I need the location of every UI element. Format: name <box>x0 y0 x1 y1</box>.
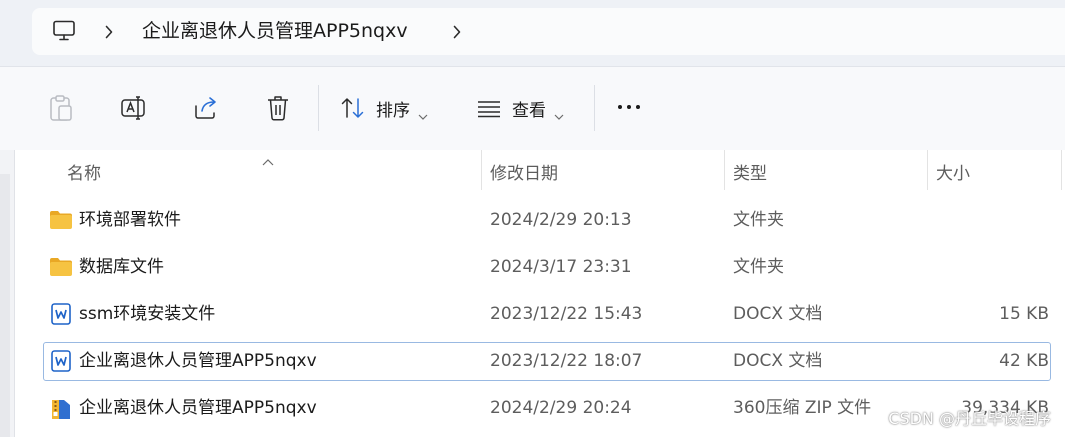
navigation-scrollbar[interactable] <box>0 174 10 437</box>
column-divider[interactable] <box>1061 150 1062 190</box>
share-button[interactable] <box>190 93 222 123</box>
watermark: CSDN @丹丘毕设程序 <box>888 409 1051 428</box>
file-name: ssm环境安装文件 <box>79 304 216 324</box>
computer-icon[interactable] <box>52 20 76 42</box>
share-icon <box>192 95 220 121</box>
file-date: 2023/12/22 15:43 <box>490 304 643 324</box>
file-list: 名称 修改日期 类型 大小 环境部署软件 2024/2/29 20:13 文件夹… <box>15 150 1065 437</box>
chevron-down-icon <box>418 105 428 120</box>
zip-icon <box>49 397 73 419</box>
file-name: 数据库文件 <box>79 257 164 277</box>
file-type: 文件夹 <box>733 210 784 230</box>
column-divider[interactable] <box>927 150 928 190</box>
column-header-size[interactable]: 大小 <box>936 159 970 184</box>
command-bar: 排序 查看 <box>0 66 1065 151</box>
file-name: 环境部署软件 <box>79 210 181 230</box>
column-divider[interactable] <box>724 150 725 190</box>
more-icon <box>618 105 622 109</box>
address-area: 企业离退休人员管理APP5nqxv <box>0 0 1065 66</box>
file-type: 360压缩 ZIP 文件 <box>733 398 872 418</box>
column-divider[interactable] <box>481 150 482 190</box>
file-date: 2023/12/22 18:07 <box>490 351 643 371</box>
more-options-button[interactable] <box>618 105 640 109</box>
column-header-date[interactable]: 修改日期 <box>490 159 558 184</box>
file-name: 企业离退休人员管理APP5nqxv <box>79 351 317 371</box>
address-bar[interactable]: 企业离退休人员管理APP5nqxv <box>32 8 1065 55</box>
sort-icon <box>340 96 366 120</box>
docx-icon <box>49 303 73 325</box>
paste-button[interactable] <box>46 93 76 123</box>
sort-button[interactable]: 排序 <box>340 95 428 121</box>
paste-icon <box>48 94 74 122</box>
rename-icon <box>119 94 149 122</box>
folder-icon <box>49 209 73 231</box>
file-type: DOCX 文档 <box>733 304 823 324</box>
sort-ascending-icon <box>262 151 274 166</box>
breadcrumb-current[interactable]: 企业离退休人员管理APP5nqxv <box>142 19 408 43</box>
file-size: 42 KB <box>999 351 1049 371</box>
docx-icon <box>49 350 73 372</box>
view-button[interactable]: 查看 <box>476 95 564 121</box>
chevron-right-icon[interactable] <box>452 24 462 40</box>
column-header-name[interactable]: 名称 <box>67 159 101 184</box>
chevron-down-icon <box>554 105 564 120</box>
file-row[interactable]: 环境部署软件 2024/2/29 20:13 文件夹 <box>15 201 1065 241</box>
view-label: 查看 <box>512 100 546 121</box>
file-date: 2024/3/17 23:31 <box>490 257 632 277</box>
toolbar-separator <box>318 85 319 131</box>
column-header-row: 名称 修改日期 类型 大小 <box>15 150 1065 191</box>
view-icon <box>476 98 502 118</box>
file-type: 文件夹 <box>733 257 784 277</box>
rename-button[interactable] <box>118 93 150 123</box>
delete-button[interactable] <box>263 93 293 123</box>
column-header-type[interactable]: 类型 <box>733 159 767 184</box>
file-row[interactable]: 数据库文件 2024/3/17 23:31 文件夹 <box>15 248 1065 288</box>
file-date: 2024/2/29 20:24 <box>490 398 632 418</box>
file-name: 企业离退休人员管理APP5nqxv <box>79 398 317 418</box>
sort-label: 排序 <box>376 100 410 121</box>
delete-icon <box>266 94 290 122</box>
file-row[interactable]: ssm环境安装文件 2023/12/22 15:43 DOCX 文档 15 KB <box>15 295 1065 335</box>
chevron-right-icon[interactable] <box>104 24 114 40</box>
file-type: DOCX 文档 <box>733 351 823 371</box>
file-size: 15 KB <box>999 304 1049 324</box>
file-row-selected[interactable]: 企业离退休人员管理APP5nqxv 2023/12/22 18:07 DOCX … <box>15 342 1065 382</box>
file-date: 2024/2/29 20:13 <box>490 210 632 230</box>
toolbar-separator <box>594 85 595 131</box>
folder-icon <box>49 256 73 278</box>
